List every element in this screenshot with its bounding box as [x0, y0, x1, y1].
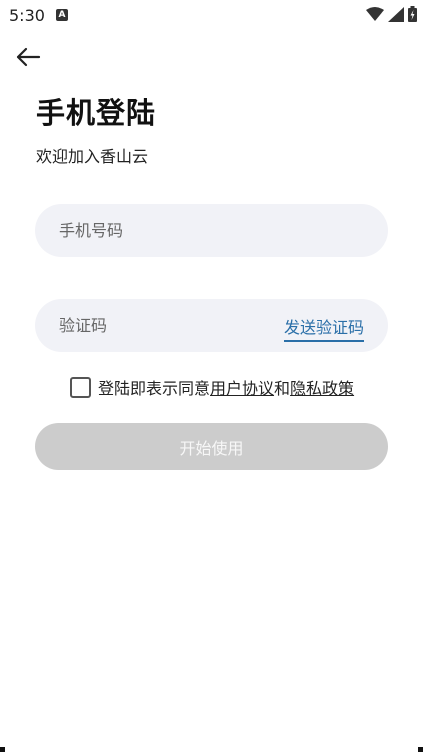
arrow-left-icon [16, 47, 41, 67]
send-code-button[interactable]: 发送验证码 [283, 314, 364, 342]
phone-input[interactable] [59, 204, 279, 257]
wifi-icon [366, 7, 384, 21]
start-button[interactable]: 开始使用 [35, 423, 388, 470]
screen-bottom [0, 746, 423, 752]
user-agreement-link[interactable]: 用户协议 [210, 375, 274, 399]
code-input[interactable] [59, 299, 279, 352]
code-field[interactable]: 发送验证码 [35, 299, 388, 352]
agreement-prefix: 登陆即表示同意 [98, 379, 211, 398]
agreement-and: 和 [274, 379, 291, 398]
notification-icon: A [56, 9, 68, 21]
corner-left [0, 747, 5, 752]
status-bar: 5:30 A [0, 0, 423, 30]
page-subtitle: 欢迎加入香山云 [36, 147, 149, 166]
signal-icon [388, 6, 404, 22]
phone-field[interactable] [35, 204, 388, 257]
battery-charging-icon [408, 6, 417, 22]
privacy-policy-link[interactable]: 隐私政策 [290, 375, 354, 399]
agreement-row: 登陆即表示同意 用户协议和隐私政策 [70, 376, 354, 398]
page-title: 手机登陆 [36, 96, 157, 130]
corner-right [418, 747, 423, 752]
status-icons [366, 6, 417, 22]
back-button[interactable] [14, 44, 42, 70]
status-time: 5:30 [9, 6, 45, 25]
agreement-checkbox[interactable] [70, 376, 91, 398]
